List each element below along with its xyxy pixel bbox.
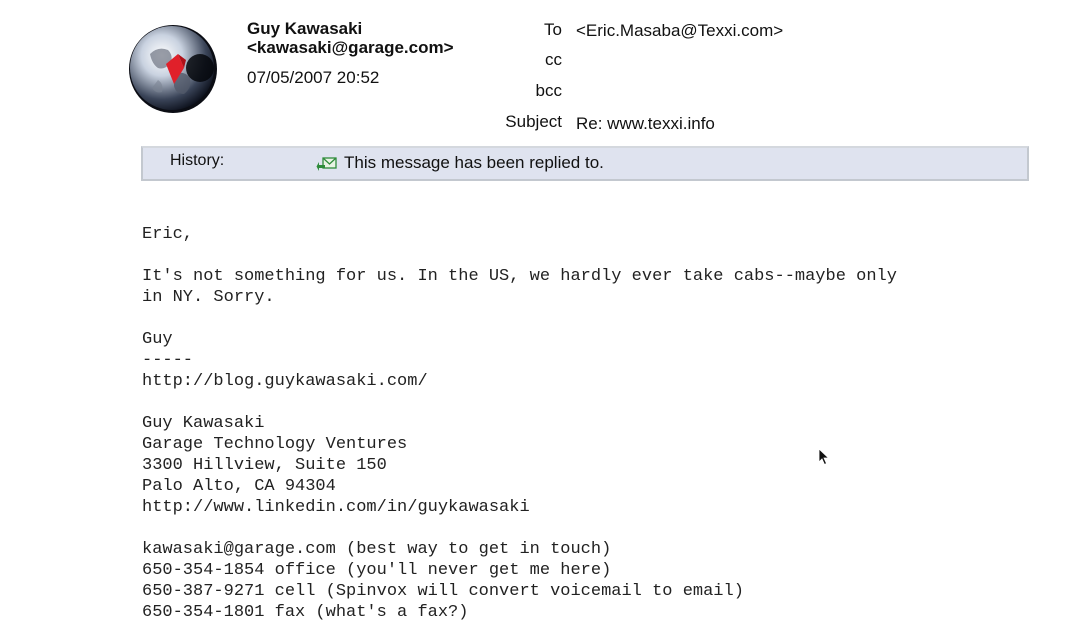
linkedin-link[interactable]: http://www.linkedin.com/in/guykawasaki [142, 497, 897, 518]
body-line: It's not something for us. In the US, we… [142, 267, 897, 286]
bcc-label: bcc [535, 81, 562, 100]
to-value[interactable]: <Eric.Masaba@Texxi.com> [576, 21, 783, 41]
sender-email[interactable]: <kawasaki@garage.com> [247, 38, 454, 58]
body-line: Garage Technology Ventures [142, 435, 408, 454]
history-text: This message has been replied to. [344, 153, 604, 172]
message-body: Eric, It's not something for us. In the … [142, 224, 897, 623]
body-line: Guy Kawasaki [142, 414, 265, 433]
body-line [142, 392, 897, 413]
body-line: Guy [142, 330, 173, 349]
body-line: ----- [142, 351, 194, 370]
body-line: Palo Alto, CA 94304 [142, 477, 336, 496]
globe-avatar-icon [129, 25, 217, 113]
body-line: 650-354-1854 office (you'll never get me… [142, 561, 612, 580]
blog-link[interactable]: http://blog.guykawasaki.com/ [142, 371, 897, 392]
body-line [142, 308, 897, 329]
body-line [142, 245, 897, 266]
sender-name[interactable]: Guy Kawasaki [247, 19, 362, 39]
cc-label: cc [545, 50, 562, 69]
email-line: kawasaki@garage.com (best way to get in … [142, 540, 612, 559]
subject-value: Re: www.texxi.info [576, 114, 715, 133]
to-label: To [544, 20, 562, 39]
history-bar: History: This message has been replied t… [141, 146, 1029, 181]
body-line: 650-354-1801 fax (what's a fax?) [142, 603, 469, 622]
replied-envelope-icon [316, 155, 338, 173]
body-line: 650-387-9271 cell (Spinvox will convert … [142, 582, 744, 601]
sent-date: 07/05/2007 20:52 [247, 68, 380, 87]
body-line: Eric, [142, 225, 194, 244]
mouse-pointer-icon [818, 448, 830, 466]
sender-avatar[interactable] [128, 24, 218, 114]
body-line [142, 518, 897, 539]
body-line: 3300 Hillview, Suite 150 [142, 456, 387, 475]
history-label: History: [170, 152, 225, 169]
body-line: in NY. Sorry. [142, 288, 275, 307]
subject-label: Subject [505, 112, 562, 131]
